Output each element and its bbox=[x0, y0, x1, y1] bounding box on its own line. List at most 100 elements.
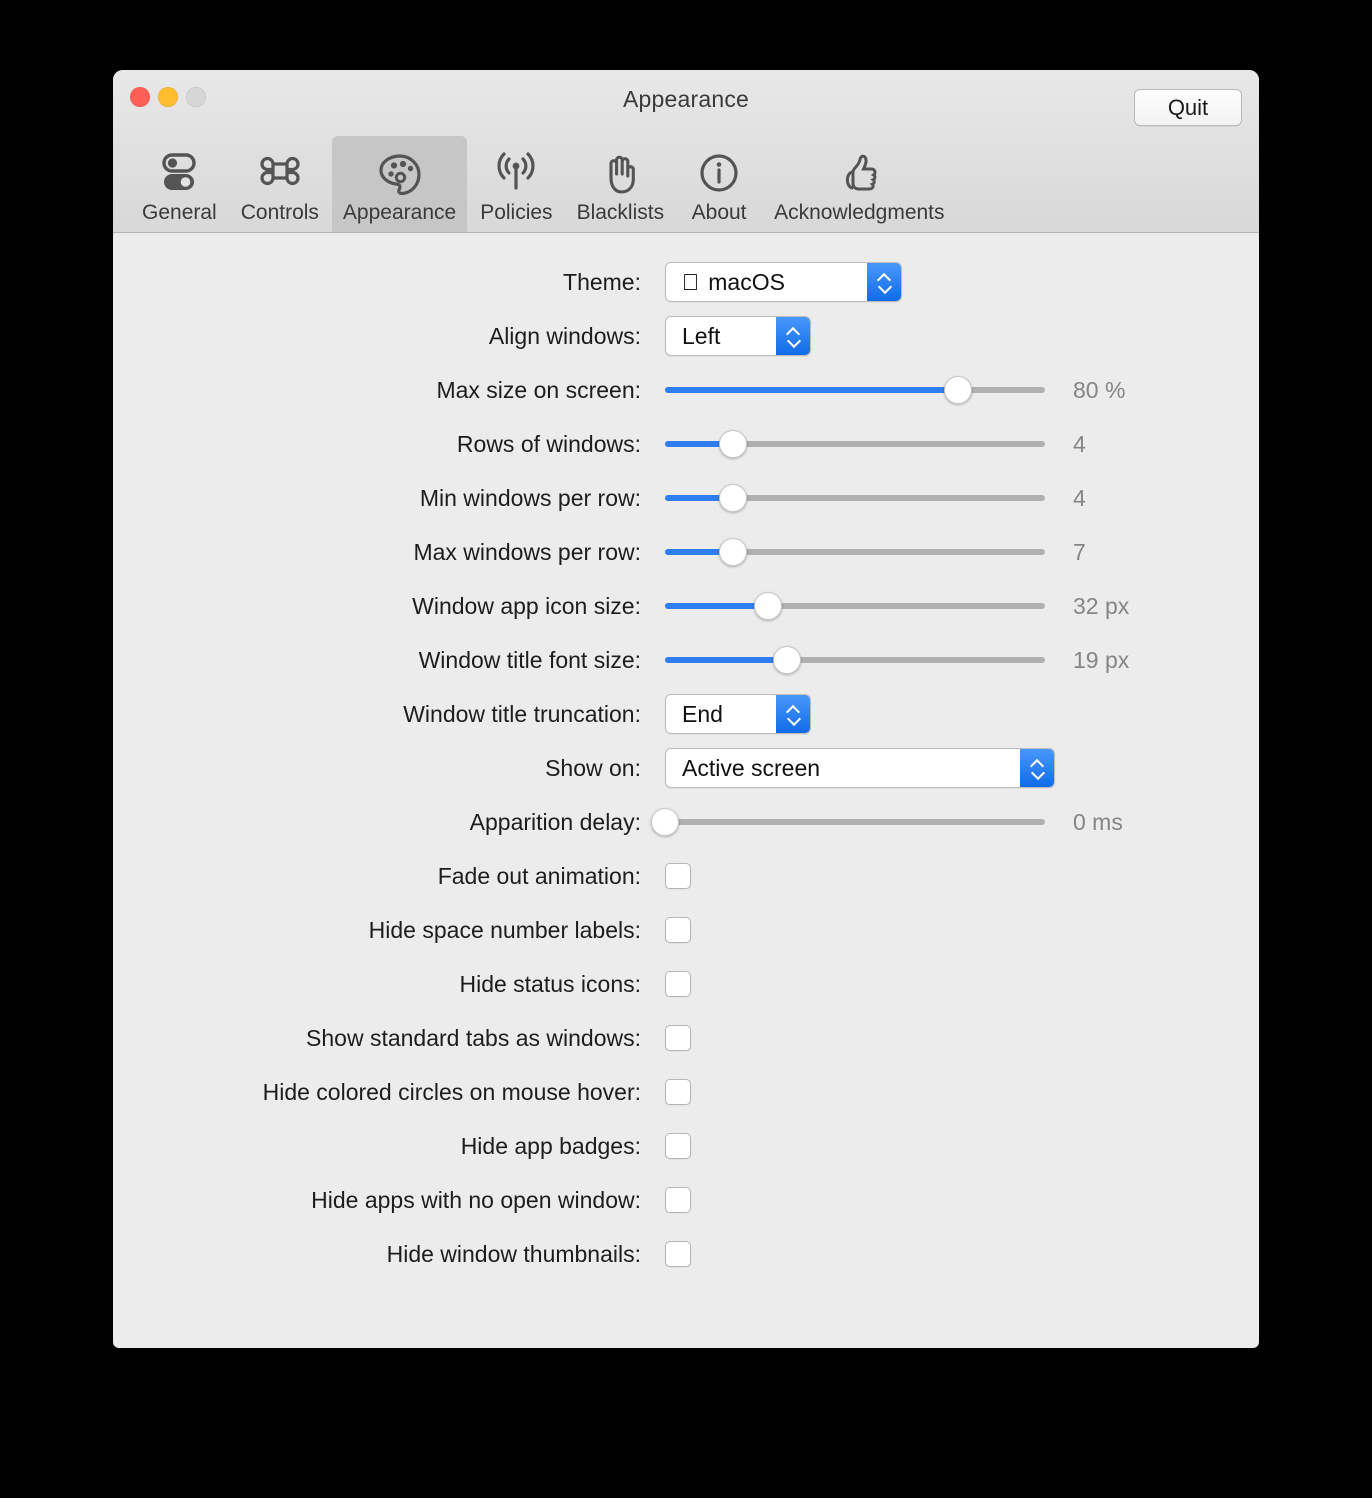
hide-window-thumbnails-label: Hide window thumbnails: bbox=[386, 1240, 641, 1267]
max-windows-per-row-slider[interactable] bbox=[665, 537, 1045, 567]
theme-value: macOS bbox=[691, 268, 785, 295]
apple-logo-icon:  bbox=[682, 270, 699, 294]
setting-row-hide-status-icons: Hide status icons: bbox=[113, 957, 1259, 1011]
hide-colored-circles-label: Hide colored circles on mouse hover: bbox=[262, 1078, 641, 1105]
setting-row-title-font-size: Window title font size: 19 px bbox=[113, 633, 1259, 687]
show-on-stepper[interactable] bbox=[1020, 749, 1054, 787]
setting-row-show-on: Show on: Active screen bbox=[113, 741, 1259, 795]
hide-status-icons-label: Hide status icons: bbox=[459, 970, 641, 997]
command-key-icon bbox=[250, 144, 310, 200]
setting-row-hide-app-badges: Hide app badges: bbox=[113, 1119, 1259, 1173]
hide-window-thumbnails-checkbox[interactable] bbox=[665, 1241, 691, 1267]
tab-policies-label: Policies bbox=[480, 201, 553, 224]
title-truncation-label: Window title truncation: bbox=[403, 700, 641, 727]
toolbar-tabs: General Controls Appearance Policies Bla… bbox=[131, 136, 958, 232]
max-windows-per-row-value: 7 bbox=[1073, 538, 1086, 565]
slider-knob[interactable] bbox=[651, 808, 679, 836]
fade-out-label: Fade out animation: bbox=[437, 862, 641, 889]
chevron-down-icon bbox=[787, 716, 800, 723]
app-icon-size-value: 32 px bbox=[1073, 592, 1130, 619]
show-on-popup-button[interactable]: Active screen bbox=[665, 748, 1055, 788]
show-on-label: Show on: bbox=[545, 754, 641, 781]
max-windows-per-row-label: Max windows per row: bbox=[413, 538, 641, 565]
tab-general-label: General bbox=[142, 201, 217, 224]
title-font-size-slider[interactable] bbox=[665, 645, 1045, 675]
max-size-label: Max size on screen: bbox=[436, 376, 641, 403]
appearance-preferences-window: Appearance Quit General Controls Appeara… bbox=[113, 70, 1259, 1348]
title-truncation-stepper[interactable] bbox=[776, 695, 810, 733]
align-windows-stepper[interactable] bbox=[776, 317, 810, 355]
info-circle-icon bbox=[689, 144, 749, 200]
hide-app-badges-checkbox[interactable] bbox=[665, 1133, 691, 1159]
tab-policies[interactable]: Policies bbox=[469, 136, 563, 232]
align-windows-label: Align windows: bbox=[488, 322, 641, 349]
slider-fill bbox=[665, 657, 787, 663]
setting-row-apparition-delay: Apparition delay: 0 ms bbox=[113, 795, 1259, 849]
show-on-value: Active screen bbox=[682, 754, 821, 781]
setting-row-rows-of-windows: Rows of windows: 4 bbox=[113, 417, 1259, 471]
slider-knob[interactable] bbox=[753, 592, 782, 620]
rows-of-windows-slider[interactable] bbox=[665, 429, 1045, 459]
quit-button[interactable]: Quit bbox=[1134, 89, 1242, 126]
standard-tabs-checkbox[interactable] bbox=[665, 1025, 691, 1051]
tab-about[interactable]: About bbox=[677, 136, 761, 232]
slider-knob[interactable] bbox=[719, 430, 748, 458]
hide-apps-no-window-label: Hide apps with no open window: bbox=[311, 1186, 641, 1213]
chevron-down-icon bbox=[1031, 770, 1044, 777]
thumbs-up-icon bbox=[829, 144, 889, 200]
tab-controls[interactable]: Controls bbox=[230, 136, 330, 232]
app-icon-size-label: Window app icon size: bbox=[412, 592, 641, 619]
theme-label: Theme: bbox=[563, 268, 641, 295]
slider-fill bbox=[665, 387, 958, 393]
setting-row-hide-apps-no-window: Hide apps with no open window: bbox=[113, 1173, 1259, 1227]
app-icon-size-slider[interactable] bbox=[665, 591, 1045, 621]
setting-row-theme: Theme:  macOS bbox=[113, 255, 1259, 309]
tab-appearance[interactable]: Appearance bbox=[331, 136, 468, 232]
tab-general[interactable]: General bbox=[131, 136, 228, 232]
rows-of-windows-label: Rows of windows: bbox=[456, 430, 641, 457]
setting-row-hide-colored-circles: Hide colored circles on mouse hover: bbox=[113, 1065, 1259, 1119]
toggles-icon bbox=[149, 144, 209, 200]
hide-colored-circles-checkbox[interactable] bbox=[665, 1079, 691, 1105]
setting-row-fade-out: Fade out animation: bbox=[113, 849, 1259, 903]
align-windows-value: Left bbox=[682, 322, 721, 349]
chevron-down-icon bbox=[787, 338, 800, 345]
align-windows-popup-button[interactable]: Left bbox=[665, 316, 811, 356]
theme-popup-button[interactable]:  macOS bbox=[665, 262, 902, 302]
tab-controls-label: Controls bbox=[240, 201, 319, 224]
hide-app-badges-label: Hide app badges: bbox=[460, 1132, 641, 1159]
window-title: Appearance bbox=[622, 86, 750, 112]
slider-knob[interactable] bbox=[943, 376, 972, 404]
title-font-size-value: 19 px bbox=[1073, 646, 1130, 673]
apparition-delay-slider[interactable] bbox=[651, 807, 1045, 837]
broadcast-icon bbox=[486, 144, 546, 200]
setting-row-min-windows-per-row: Min windows per row: 4 bbox=[113, 471, 1259, 525]
slider-track bbox=[665, 819, 1045, 825]
setting-row-title-truncation: Window title truncation: End bbox=[113, 687, 1259, 741]
slider-knob[interactable] bbox=[719, 538, 748, 566]
setting-row-hide-window-thumbnails: Hide window thumbnails: bbox=[113, 1227, 1259, 1281]
slider-knob[interactable] bbox=[719, 484, 748, 512]
slider-knob[interactable] bbox=[772, 646, 801, 674]
rows-of-windows-value: 4 bbox=[1073, 430, 1086, 457]
title-truncation-popup-button[interactable]: End bbox=[665, 694, 811, 734]
hide-space-numbers-label: Hide space number labels: bbox=[368, 916, 641, 943]
tab-about-label: About bbox=[691, 201, 747, 224]
hide-space-numbers-checkbox[interactable] bbox=[665, 917, 691, 943]
hand-icon bbox=[590, 144, 650, 200]
tab-appearance-label: Appearance bbox=[342, 201, 457, 224]
fade-out-checkbox[interactable] bbox=[665, 863, 691, 889]
max-size-slider[interactable] bbox=[665, 375, 1045, 405]
theme-stepper[interactable] bbox=[867, 263, 901, 301]
hide-apps-no-window-checkbox[interactable] bbox=[665, 1187, 691, 1213]
min-windows-per-row-slider[interactable] bbox=[665, 483, 1045, 513]
apparition-delay-label: Apparition delay: bbox=[469, 808, 641, 835]
setting-row-app-icon-size: Window app icon size: 32 px bbox=[113, 579, 1259, 633]
tab-acknowledgments[interactable]: Acknowledgments bbox=[763, 136, 955, 232]
tab-blacklists[interactable]: Blacklists bbox=[566, 136, 676, 232]
setting-row-hide-space-numbers: Hide space number labels: bbox=[113, 903, 1259, 957]
title-font-size-label: Window title font size: bbox=[418, 646, 641, 673]
apparition-delay-value: 0 ms bbox=[1073, 808, 1123, 835]
setting-row-standard-tabs: Show standard tabs as windows: bbox=[113, 1011, 1259, 1065]
hide-status-icons-checkbox[interactable] bbox=[665, 971, 691, 997]
